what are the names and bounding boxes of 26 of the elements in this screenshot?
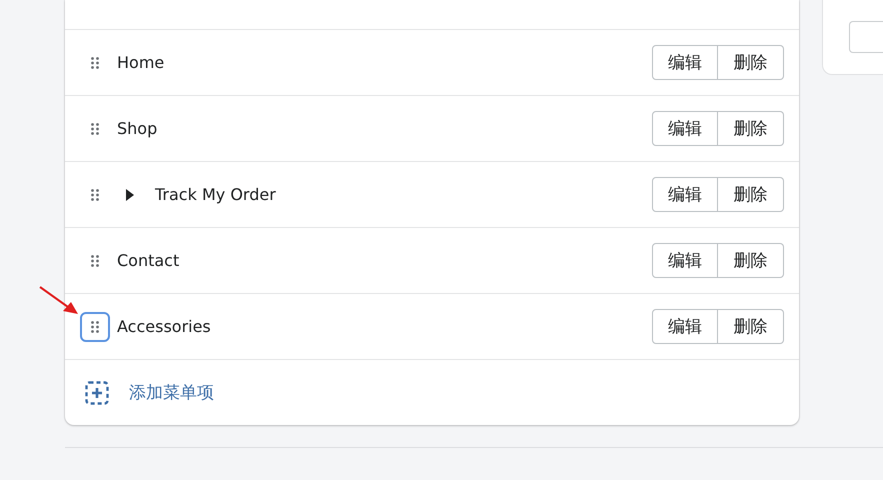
delete-button[interactable]: 删除 — [718, 309, 784, 344]
drag-handle-icon — [91, 56, 99, 68]
menu-item-label: Accessories — [117, 317, 212, 336]
drag-handle-icon — [91, 320, 99, 332]
delete-button[interactable]: 删除 — [718, 177, 784, 212]
menu-item-label: Track My Order — [155, 185, 277, 204]
edit-button[interactable]: 编辑 — [652, 45, 718, 80]
add-icon[interactable] — [85, 380, 109, 404]
menu-item-label: Home — [117, 53, 166, 72]
add-menu-item-link[interactable]: 添加菜单项 — [129, 381, 214, 404]
delete-button[interactable]: 删除 — [718, 111, 784, 146]
edit-button[interactable]: 编辑 — [652, 177, 718, 212]
menu-item-label: Contact — [117, 251, 180, 270]
menu-item-label: Shop — [117, 119, 158, 138]
input-field[interactable] — [849, 21, 883, 53]
delete-button[interactable]: 删除 — [718, 45, 784, 80]
drag-handle-icon — [91, 188, 99, 200]
caret-icon[interactable] — [125, 188, 135, 202]
drag-handle-icon — [91, 254, 99, 266]
edit-button[interactable]: 编辑 — [652, 243, 718, 278]
drag-handle[interactable] — [80, 312, 110, 342]
delete-button[interactable]: 删除 — [718, 243, 784, 278]
edit-button[interactable]: 编辑 — [652, 309, 718, 344]
drag-handle-icon — [91, 122, 99, 134]
annotation-arrow — [39, 286, 78, 314]
edit-button[interactable]: 编辑 — [652, 111, 718, 146]
